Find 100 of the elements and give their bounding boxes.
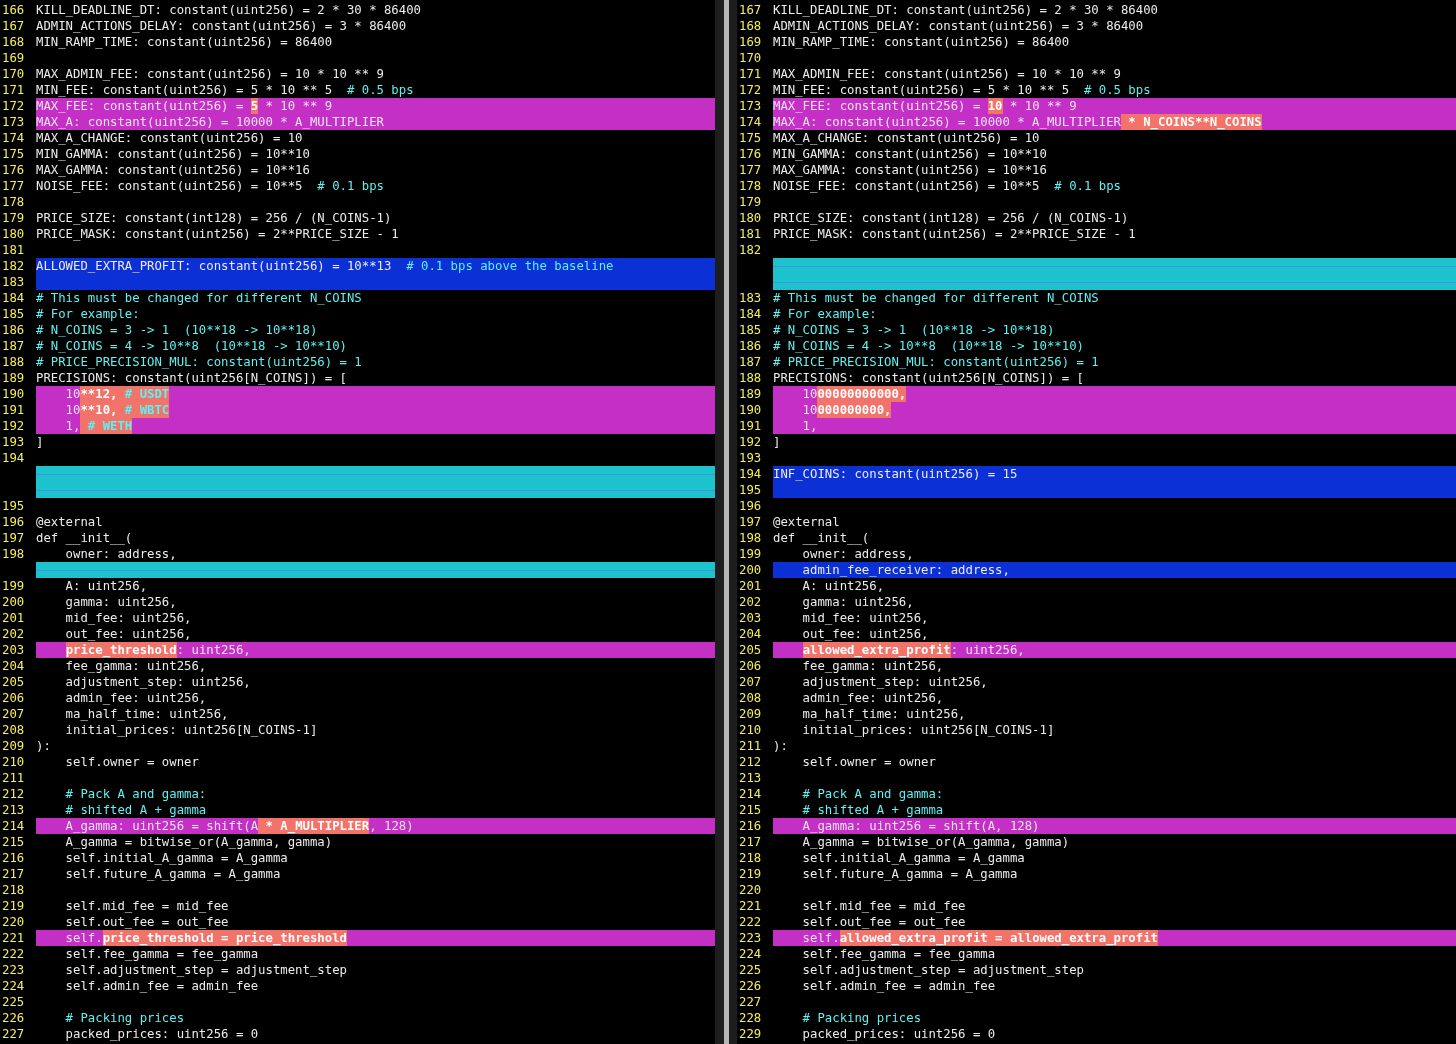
code-text: A_gamma: uint256 = shift(A (64, 818, 259, 834)
line-number: 202 (1, 626, 26, 642)
code-text: self.initial_A_gamma = A_gamma (64, 850, 288, 866)
code-text: def __init__( (36, 530, 133, 546)
line-number: 193 (738, 450, 763, 466)
line-number: 167 (1, 18, 26, 34)
line-number: 189 (738, 386, 763, 402)
code-text: self.owner = owner (801, 754, 936, 770)
line-number: 221 (738, 898, 763, 914)
code-text: mid_fee: uint256, (801, 610, 929, 626)
line-number: 197 (738, 514, 763, 530)
code-text: @external (773, 514, 840, 530)
diff-text: **10, (80, 402, 125, 418)
code-text: packed_prices: uint256 = 0 (64, 1026, 259, 1042)
code-text: : uint256, (950, 642, 1025, 658)
code-comment: # This must be changed for different N_COINS (36, 290, 362, 306)
code-text: ALLOWED_EXTRA_PROFIT: constant(uint256) = 10**13 (36, 258, 393, 274)
line-number: 171 (738, 66, 763, 82)
line-number: 190 (738, 402, 763, 418)
code-text: ): (773, 738, 788, 754)
line-number: 215 (738, 802, 763, 818)
line-number: 168 (1, 34, 26, 50)
line-number: 185 (738, 322, 763, 338)
code-text: self.fee_gamma = fee_gamma (64, 946, 259, 962)
code-comment: # For example: (773, 306, 877, 322)
code-text: initial_prices: uint256[N_COINS-1] (801, 722, 1055, 738)
line-number: 219 (1, 898, 26, 914)
code-comment: # 0.1 bps (1054, 178, 1121, 194)
line-number: 177 (1, 178, 26, 194)
code-text: MIN_RAMP_TIME: constant(uint256) = 86400 (36, 34, 333, 50)
code-comment: # N_COINS = 4 -> 10**8 (10**18 -> 10**10) (773, 338, 1084, 354)
line-number: 174 (1, 130, 26, 146)
code-comment: # 0.5 bps (346, 82, 414, 98)
line-number: 170 (1, 66, 26, 82)
line-number: 218 (738, 850, 763, 866)
code-text: owner: address, (64, 546, 177, 562)
line-number: 166 (1, 2, 26, 18)
code-text: ] (36, 434, 44, 450)
diff-text: price_threshold = price_threshold (102, 930, 347, 946)
code-text: , 128) (369, 818, 414, 833)
line-number: 188 (738, 370, 763, 386)
code-comment: # This must be changed for different N_COINS (773, 290, 1099, 306)
code-text: initial_prices: uint256[N_COINS-1] (64, 722, 318, 738)
code-text: MAX_A_CHANGE: constant(uint256) = 10 (773, 130, 1040, 146)
line-number: 197 (1, 530, 26, 546)
code-comment: # 0.1 bps above the baseline (406, 258, 614, 274)
line-number: 173 (1, 114, 26, 130)
code-text: MAX_A: constant(uint256) = 10000 * A_MULTIPLIER (36, 114, 384, 130)
line-number: 188 (1, 354, 26, 370)
line-number: 220 (1, 914, 26, 930)
diff-text: allowed_extra_profit = allowed_extra_profit (839, 930, 1158, 946)
line-number: 211 (1, 770, 26, 786)
line-number: 181 (738, 226, 763, 242)
line-number: 218 (1, 882, 26, 898)
line-number: 204 (1, 658, 26, 674)
code-text: : uint256, (176, 642, 251, 658)
line-number: 194 (738, 466, 763, 482)
code-text: * 10 ** 9 (264, 98, 333, 114)
code-text: ma_half_time: uint256, (801, 706, 966, 722)
line-number: 206 (1, 690, 26, 706)
line-number: 182 (1, 258, 26, 274)
line-number: 169 (1, 50, 26, 66)
code-text: PRECISIONS: constant(uint256[N_COINS]) = [ (36, 370, 347, 386)
code-comment: # Packing prices (64, 1010, 185, 1026)
line-number: 217 (738, 834, 763, 850)
line-number: 212 (1, 786, 26, 802)
line-number: 222 (738, 914, 763, 930)
diff-comment: # WBTC (124, 402, 170, 418)
code-comment: # N_COINS = 3 -> 1 (10**18 -> 10**18) (773, 322, 1055, 338)
line-number: 222 (1, 946, 26, 962)
line-number: 175 (738, 130, 763, 146)
line-number: 178 (738, 178, 763, 194)
diff-text: * A_MULTIPLIER (258, 818, 370, 834)
line-number: 203 (738, 610, 763, 626)
line-number: 184 (738, 306, 763, 322)
line-number: 203 (1, 642, 26, 658)
line-number: 213 (738, 770, 763, 786)
code-text: 1, (64, 418, 81, 434)
line-number: 185 (1, 306, 26, 322)
code-comment: # Packing prices (801, 1010, 922, 1026)
code-text: admin_fee: uint256, (801, 690, 944, 706)
code-text: self.admin_fee = admin_fee (64, 978, 259, 994)
line-number: 196 (738, 498, 763, 514)
code-text: MAX_GAMMA: constant(uint256) = 10**16 (36, 162, 310, 178)
line-number: 221 (1, 930, 26, 946)
line-number: 229 (738, 1026, 763, 1042)
line-number: 191 (1, 402, 26, 418)
code-text: self.mid_fee = mid_fee (64, 898, 229, 914)
line-number: 200 (738, 562, 763, 578)
code-text: PRICE_MASK: constant(uint256) = 2**PRICE_SIZE - 1 (773, 226, 1136, 242)
line-number: 228 (738, 1010, 763, 1026)
code-text: PRECISIONS: constant(uint256[N_COINS]) = [ (773, 370, 1084, 386)
line-number: 227 (738, 994, 763, 1010)
code-comment: # PRICE_PRECISION_MUL: constant(uint256) = 1 (773, 354, 1099, 370)
code-text: @external (36, 514, 103, 530)
line-number: 223 (1, 962, 26, 978)
code-text: self. (64, 930, 103, 946)
diff-text: 10 (987, 98, 1003, 114)
line-number: 192 (738, 434, 763, 450)
line-number: 208 (1, 722, 26, 738)
